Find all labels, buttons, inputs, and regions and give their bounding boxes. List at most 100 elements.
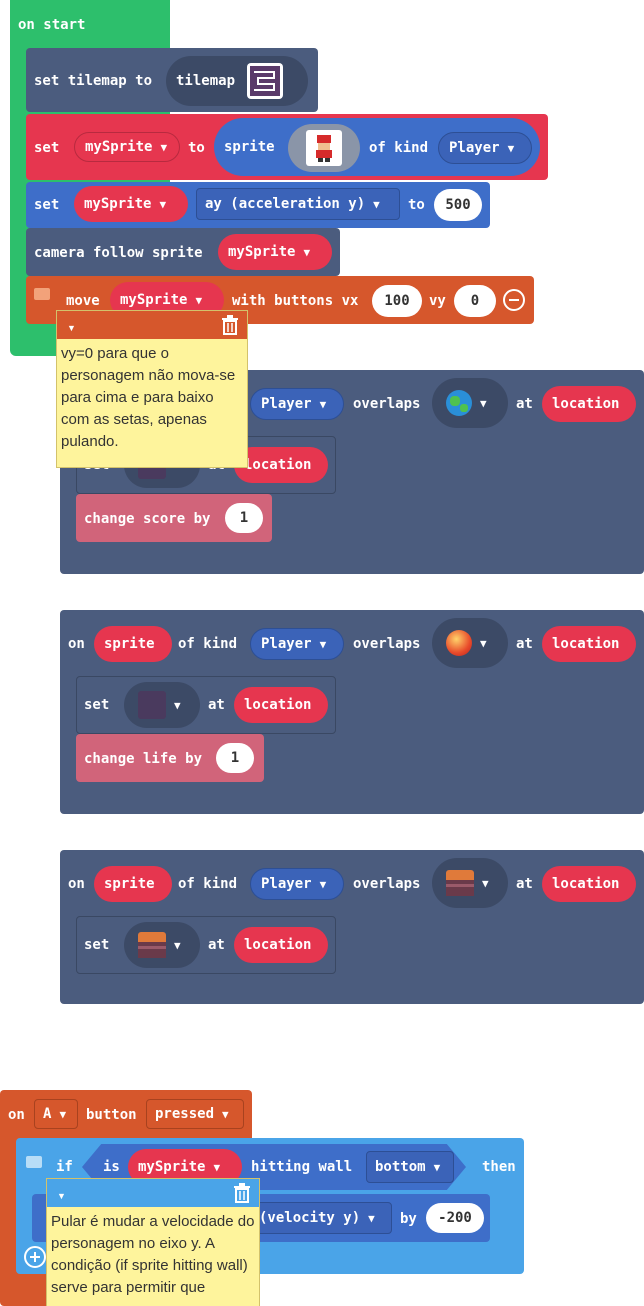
location-var[interactable]: location <box>542 386 636 422</box>
overlap3-tile-picker[interactable]: ▼ <box>432 858 508 908</box>
globe-tile-icon <box>446 390 472 416</box>
of-kind-label: of kind <box>178 636 238 652</box>
chevron-down-icon: ▼ <box>174 698 181 712</box>
life-value-input[interactable]: 1 <box>216 743 254 773</box>
kind-label: Player <box>449 140 500 156</box>
trash-icon[interactable] <box>233 1183 251 1203</box>
overlaps-label: overlaps <box>353 396 421 412</box>
player-sprite-icon <box>306 130 342 166</box>
location-var[interactable]: location <box>234 927 328 963</box>
add-else-icon[interactable] <box>24 1246 46 1268</box>
location-label: location <box>244 697 312 713</box>
sprite-image-picker[interactable] <box>288 124 360 172</box>
sprite-var[interactable]: sprite <box>94 866 172 902</box>
comment-text[interactable]: vy=0 para que o personagem não mova-se p… <box>57 339 247 457</box>
location-label: location <box>244 937 312 953</box>
on-label: on <box>68 636 85 652</box>
remove-param-icon[interactable] <box>503 289 525 311</box>
set-tilemap-label: set tilemap to <box>34 73 153 89</box>
action-dropdown[interactable]: pressed ▼ <box>146 1099 244 1129</box>
chevron-down-icon: ▼ <box>319 877 327 891</box>
overlap2-kind-dropdown[interactable]: Player ▼ <box>250 628 344 660</box>
chevron-down-icon: ▼ <box>174 938 181 952</box>
location-label: location <box>552 636 620 652</box>
kind-label: Player <box>261 396 312 412</box>
myvar-dropdown[interactable]: mySprite ▼ <box>74 132 180 162</box>
chevron-down-icon: ▼ <box>303 245 311 259</box>
comment-box-2[interactable]: ▼ Pular é mudar a velocidade do personag… <box>46 1178 260 1306</box>
camera-follow-label: camera follow sprite <box>34 245 203 261</box>
vy-change-input[interactable]: -200 <box>426 1203 484 1233</box>
comment-icon[interactable] <box>34 288 50 300</box>
set-tile-picker[interactable]: ▼ <box>124 682 200 728</box>
chevron-down-icon: ▼ <box>160 140 168 154</box>
chest-tile-icon <box>138 932 166 958</box>
at-label: at <box>516 636 533 652</box>
set-tile-picker[interactable]: ▼ <box>124 922 200 968</box>
chevron-down-icon: ▼ <box>195 293 203 307</box>
chevron-down-icon: ▼ <box>373 197 380 211</box>
property-label: (velocity y) <box>259 1210 361 1226</box>
set-label: set <box>84 937 110 953</box>
comment-box-1[interactable]: ▼ vy=0 para que o personagem não mova-se… <box>56 310 248 468</box>
change-score-label: change score by <box>84 511 211 527</box>
comment-header: ▼ <box>47 1179 259 1207</box>
overlap1-tile-picker[interactable]: ▼ <box>432 378 508 428</box>
chevron-down-icon: ▼ <box>482 876 489 890</box>
myvar-label: mySprite <box>228 244 296 260</box>
at-label: at <box>208 937 225 953</box>
comment-icon[interactable] <box>26 1156 42 1168</box>
vy-property-dropdown[interactable]: (velocity y) ▼ <box>250 1202 392 1234</box>
trash-icon[interactable] <box>221 315 239 335</box>
tilemap-thumbnail-icon <box>247 63 284 99</box>
button-label: A <box>43 1106 52 1122</box>
vx-value-input[interactable]: 100 <box>372 285 422 317</box>
camera-var-dropdown[interactable]: mySprite ▼ <box>218 234 332 270</box>
set-sprite-label: set <box>34 140 60 156</box>
side-dropdown[interactable]: bottom ▼ <box>366 1151 454 1183</box>
overlap2-tile-picker[interactable]: ▼ <box>432 618 508 668</box>
hitting-wall-label: hitting wall <box>251 1159 353 1175</box>
property-dropdown[interactable]: ay (acceleration y) ▼ <box>196 188 400 220</box>
location-var[interactable]: location <box>234 447 328 483</box>
with-buttons-label: with buttons vx <box>232 293 359 309</box>
sprite-label: sprite <box>224 139 275 155</box>
sprite-var[interactable]: sprite <box>94 626 172 662</box>
red-orb-icon <box>446 630 472 656</box>
vy-value-input[interactable]: 0 <box>454 285 496 317</box>
chevron-down-icon: ▼ <box>59 1107 67 1121</box>
chevron-down-icon: ▼ <box>433 1160 441 1174</box>
button-dropdown[interactable]: A ▼ <box>34 1099 78 1129</box>
location-var[interactable]: location <box>542 866 636 902</box>
comment-text[interactable]: Pular é mudar a velocidade do personagem… <box>47 1207 259 1303</box>
chevron-down-icon: ▼ <box>159 197 167 211</box>
location-var[interactable]: location <box>542 626 636 662</box>
change-life-label: change life by <box>84 751 203 767</box>
overlap3-kind-dropdown[interactable]: Player ▼ <box>250 868 344 900</box>
chest-tile-icon <box>446 870 474 896</box>
collapse-icon[interactable]: ▼ <box>67 317 76 339</box>
collapse-icon[interactable]: ▼ <box>57 1185 66 1207</box>
kind-label: Player <box>261 636 312 652</box>
move-label: move <box>66 293 100 309</box>
myvar-ay-dropdown[interactable]: mySprite ▼ <box>74 186 188 222</box>
chevron-down-icon: ▼ <box>319 637 327 651</box>
score-value-input[interactable]: 1 <box>225 503 263 533</box>
location-label: location <box>552 876 620 892</box>
on-label: on <box>68 876 85 892</box>
tilemap-value[interactable]: tilemap <box>166 56 308 106</box>
kind-dropdown[interactable]: Player ▼ <box>438 132 532 164</box>
overlap1-kind-dropdown[interactable]: Player ▼ <box>250 388 344 420</box>
location-var[interactable]: location <box>234 687 328 723</box>
if-label: if <box>56 1159 73 1175</box>
action-label: pressed <box>155 1106 215 1122</box>
vy-label: vy <box>429 293 446 309</box>
on-start-label: on start <box>18 17 86 33</box>
at-label: at <box>516 876 533 892</box>
by-label: by <box>400 1211 417 1227</box>
chevron-down-icon: ▼ <box>480 396 487 410</box>
of-kind-label: of kind <box>178 876 238 892</box>
ay-value-input[interactable]: 500 <box>434 189 482 221</box>
location-label: location <box>244 457 312 473</box>
side-label: bottom <box>375 1159 426 1175</box>
